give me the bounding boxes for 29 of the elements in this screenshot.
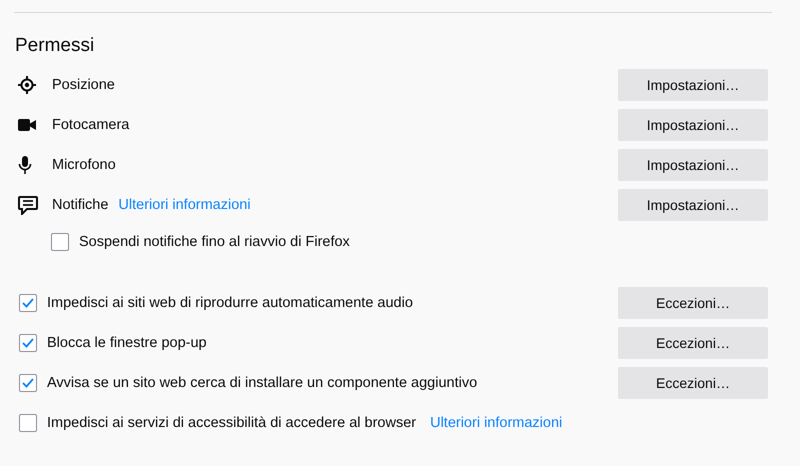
permission-label: Posizione bbox=[52, 77, 115, 93]
checkbox[interactable] bbox=[19, 414, 37, 432]
checkmark-icon bbox=[22, 338, 34, 348]
exceptions-button[interactable]: Eccezioni… bbox=[618, 367, 768, 399]
checkbox[interactable] bbox=[19, 294, 37, 312]
option-label: Impedisci ai servizi di accessibilità di accedere al browser bbox=[47, 415, 416, 431]
option-label: Impedisci ai siti web di riprodurre automaticamente audio bbox=[47, 295, 413, 311]
checkmark-icon bbox=[22, 298, 34, 308]
permission-label: Microfono bbox=[52, 157, 116, 173]
checkbox[interactable] bbox=[19, 374, 37, 392]
microphone-icon bbox=[18, 156, 32, 174]
section-heading: Permessi bbox=[15, 35, 96, 57]
settings-button[interactable]: Impostazioni… bbox=[618, 189, 768, 221]
permission-label: Fotocamera bbox=[52, 117, 130, 133]
video-camera-icon bbox=[18, 118, 36, 132]
settings-button[interactable]: Impostazioni… bbox=[618, 109, 768, 141]
exceptions-button[interactable]: Eccezioni… bbox=[618, 327, 768, 359]
permission-label: Notifiche bbox=[52, 197, 108, 213]
settings-button[interactable]: Impostazioni… bbox=[618, 149, 768, 181]
speech-bubble-icon bbox=[18, 196, 38, 214]
exceptions-button[interactable]: Eccezioni… bbox=[618, 287, 768, 319]
option-label: Blocca le finestre pop-up bbox=[47, 335, 207, 351]
option-label: Sospendi notifiche fino al riavvio di Firefox bbox=[79, 234, 350, 250]
crosshair-icon bbox=[18, 76, 36, 94]
checkmark-icon bbox=[22, 378, 34, 388]
checkbox[interactable] bbox=[51, 233, 69, 251]
option-label: Avvisa se un sito web cerca di installare un componente aggiuntivo bbox=[47, 375, 478, 391]
checkbox[interactable] bbox=[19, 334, 37, 352]
settings-button[interactable]: Impostazioni… bbox=[618, 69, 768, 101]
